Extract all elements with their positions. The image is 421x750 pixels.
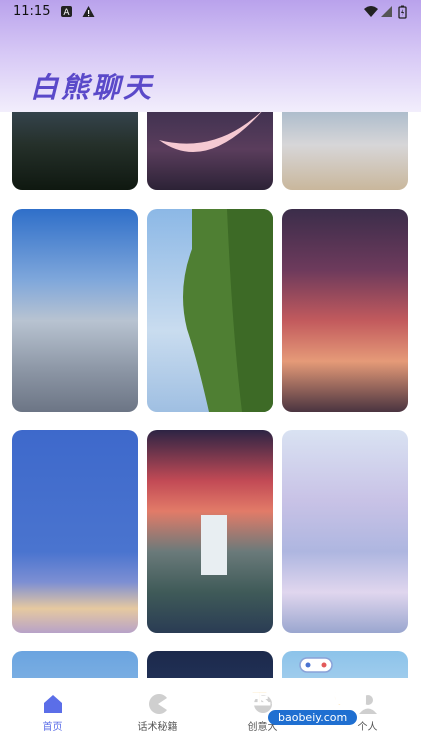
svg-text:A: A [63, 8, 70, 18]
wallpaper-card[interactable] [12, 112, 138, 190]
watermark-url: baobeiy.com [268, 710, 358, 725]
wallpaper-card[interactable] [282, 209, 408, 412]
watermark-text: 宝贝游戏网 [248, 683, 368, 710]
waterfall-illustration [201, 515, 227, 575]
app-title: 白熊聊天 [30, 71, 155, 104]
tab-home-label: 首页 [42, 722, 63, 733]
wallpaper-grid [0, 112, 421, 678]
status-bar: 11:15 A [0, 0, 421, 26]
pacman-icon [149, 694, 167, 714]
wallpaper-card[interactable] [282, 112, 408, 190]
wallpaper-card[interactable] [12, 209, 138, 412]
wallpaper-card[interactable] [12, 430, 138, 633]
wallpaper-card[interactable] [147, 430, 273, 633]
moon-illustration [159, 112, 262, 152]
warning-icon [82, 6, 95, 17]
wifi-icon [364, 6, 378, 17]
tab-scripts[interactable]: 话术秘籍 [105, 678, 210, 750]
wallpaper-card[interactable] [147, 209, 273, 412]
wallpaper-card[interactable] [12, 651, 138, 678]
tab-home[interactable]: 首页 [0, 678, 105, 750]
wallpaper-card[interactable] [147, 112, 273, 190]
notification-a-icon: A [61, 6, 72, 18]
wallpaper-card[interactable] [282, 430, 408, 633]
home-icon [44, 695, 62, 713]
signal-icon [381, 6, 392, 17]
battery-icon [398, 5, 407, 19]
status-time: 11:15 [13, 4, 51, 19]
watermark: 宝贝游戏网 baobeiy.com [236, 656, 421, 736]
tab-scripts-label: 话术秘籍 [137, 722, 178, 733]
tree-illustration [183, 209, 273, 412]
gamepad-icon [299, 657, 333, 673]
